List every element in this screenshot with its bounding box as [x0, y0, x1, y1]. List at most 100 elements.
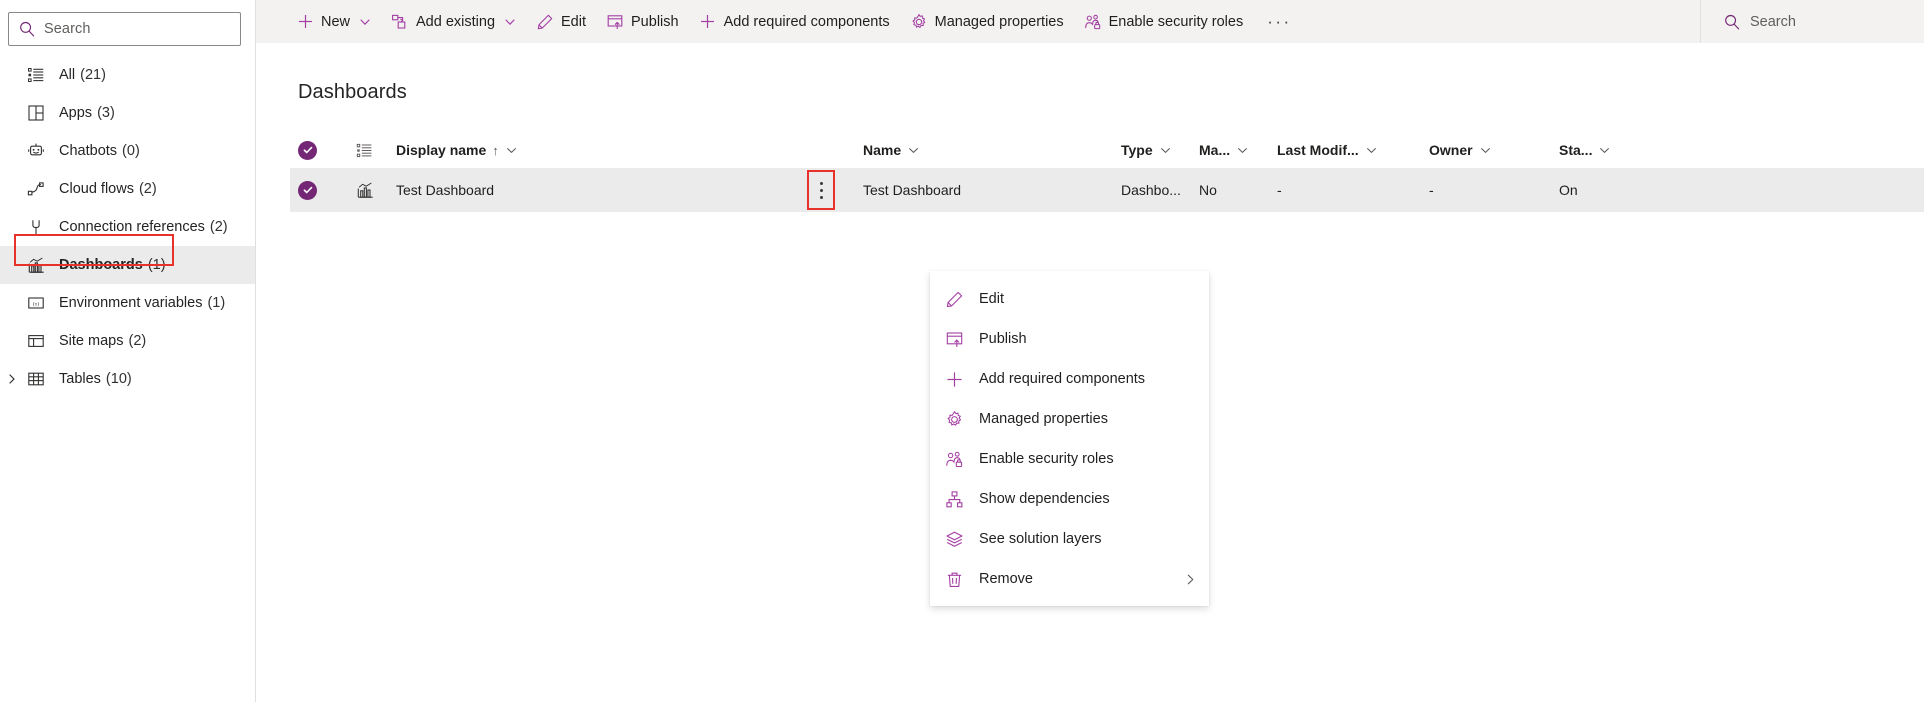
row-type-cell: [336, 181, 396, 200]
chevron-down-icon[interactable]: [1160, 145, 1171, 156]
plus-icon: [699, 13, 717, 31]
row-type-column-header[interactable]: [336, 142, 396, 159]
column-header-label: Ma...: [1199, 142, 1231, 158]
chevron-right-icon[interactable]: [4, 371, 20, 387]
sidebar-item-label: All: [59, 67, 76, 83]
sidebar-item-environment-variables[interactable]: (x) Environment variables (1): [0, 284, 255, 322]
command-add-required-components[interactable]: Add required components: [689, 0, 900, 43]
menu-item-label: See solution layers: [979, 531, 1102, 547]
chevron-down-icon[interactable]: [506, 145, 517, 156]
search-icon: [18, 20, 36, 38]
command-bar: New Add existing Edit Publish Add requir…: [256, 0, 1924, 43]
column-header-status[interactable]: Sta...: [1559, 142, 1679, 158]
chatbot-icon: [26, 141, 46, 161]
menu-item-see-solution-layers[interactable]: See solution layers: [930, 519, 1209, 559]
sidebar-item-count: (10): [105, 371, 132, 387]
sidebar-item-cloud-flows[interactable]: Cloud flows (2): [0, 170, 255, 208]
sidebar-item-label: Cloud flows: [59, 181, 134, 197]
sidebar-item-all[interactable]: All (21): [0, 56, 255, 94]
menu-item-remove[interactable]: Remove: [930, 559, 1209, 599]
dashboard-chart-icon: [356, 181, 375, 200]
layers-icon: [944, 529, 964, 549]
publish-upload-icon: [606, 13, 624, 31]
grid-header-row: Display name ↑ Name Type Ma... Last Modi…: [290, 132, 1924, 168]
command-edit[interactable]: Edit: [526, 0, 596, 43]
chevron-down-icon[interactable]: [1480, 145, 1491, 156]
column-header-type[interactable]: Type: [1121, 142, 1199, 158]
command-label: New: [321, 13, 351, 30]
sidebar-item-dashboards[interactable]: Dashboards (1): [0, 246, 255, 284]
plus-icon: [296, 13, 314, 31]
select-all-checkbox[interactable]: [298, 140, 317, 160]
sidebar-item-label: Apps: [59, 105, 93, 121]
column-header-label: Name: [863, 142, 902, 158]
row-context-menu-button[interactable]: [807, 170, 835, 210]
column-header-display-name[interactable]: Display name ↑: [396, 142, 801, 158]
dependencies-icon: [944, 489, 964, 509]
environment-variable-icon: (x): [26, 293, 46, 313]
menu-item-label: Show dependencies: [979, 491, 1110, 507]
command-label: Managed properties: [934, 13, 1064, 30]
menu-item-edit[interactable]: Edit: [930, 279, 1209, 319]
chevron-right-icon[interactable]: [1183, 572, 1197, 586]
column-header-managed[interactable]: Ma...: [1199, 142, 1277, 158]
svg-text:(x): (x): [33, 301, 39, 308]
dashboard-chart-icon: [26, 255, 46, 275]
command-managed-properties[interactable]: Managed properties: [900, 0, 1074, 43]
security-roles-icon: [944, 449, 964, 469]
sidebar-search-placeholder: Search: [44, 21, 91, 37]
column-header-label: Owner: [1429, 142, 1473, 158]
sidebar-item-count: (21): [80, 67, 106, 83]
sidebar-item-label: Site maps: [59, 333, 124, 349]
command-publish[interactable]: Publish: [596, 0, 689, 43]
publish-upload-icon: [944, 329, 964, 349]
select-all-cell: [290, 140, 336, 160]
chevron-down-icon[interactable]: [359, 16, 371, 28]
sidebar-item-tables[interactable]: Tables (10): [0, 360, 255, 398]
row-checkbox[interactable]: [298, 180, 317, 200]
sort-ascending-icon: ↑: [492, 142, 499, 158]
pencil-icon: [536, 13, 554, 31]
sidebar-item-site-maps[interactable]: Site maps (2): [0, 322, 255, 360]
menu-item-label: Add required components: [979, 371, 1146, 387]
sidebar-nav-list: All (21) Apps (3) Chatbots (0) Cloud flo…: [0, 56, 255, 398]
chevron-down-icon[interactable]: [908, 145, 919, 156]
column-header-owner[interactable]: Owner: [1429, 142, 1559, 158]
cell-last-modified: -: [1277, 182, 1282, 198]
command-bar-items: New Add existing Edit Publish Add requir…: [256, 0, 1700, 43]
main-area: New Add existing Edit Publish Add requir…: [256, 0, 1924, 702]
table-row[interactable]: Test Dashboard Test Dashboard Dashbo... …: [290, 168, 1924, 212]
column-header-name[interactable]: Name: [841, 142, 1121, 158]
sitemap-layout-icon: [26, 331, 46, 351]
cell-owner: -: [1429, 182, 1434, 198]
cell-status: On: [1559, 182, 1578, 198]
command-label: Publish: [631, 13, 679, 30]
command-add-existing[interactable]: Add existing: [381, 0, 526, 43]
column-header-label: Sta...: [1559, 142, 1593, 158]
command-label: Add required components: [723, 13, 890, 30]
sidebar-item-connection-references[interactable]: Connection references (2): [0, 208, 255, 246]
menu-item-show-dependencies[interactable]: Show dependencies: [930, 479, 1209, 519]
sidebar-search-input[interactable]: Search: [8, 12, 241, 46]
menu-item-add-required-components[interactable]: Add required components: [930, 359, 1209, 399]
row-select-cell: [290, 180, 336, 200]
grid-search-input[interactable]: Search: [1700, 0, 1924, 43]
menu-item-managed-properties[interactable]: Managed properties: [930, 399, 1209, 439]
command-new[interactable]: New: [286, 0, 381, 43]
sidebar: Search All (21) Apps (3) Chatbots (0) Cl…: [0, 0, 256, 702]
column-header-last-modified[interactable]: Last Modif...: [1277, 142, 1429, 158]
chevron-down-icon[interactable]: [504, 16, 516, 28]
sidebar-item-apps[interactable]: Apps (3): [0, 94, 255, 132]
sidebar-item-count: (2): [138, 181, 157, 197]
menu-item-publish[interactable]: Publish: [930, 319, 1209, 359]
chevron-down-icon[interactable]: [1366, 145, 1377, 156]
command-label: Add existing: [416, 13, 496, 30]
table-grid-icon: [26, 369, 46, 389]
menu-item-enable-security-roles[interactable]: Enable security roles: [930, 439, 1209, 479]
sidebar-item-chatbots[interactable]: Chatbots (0): [0, 132, 255, 170]
command-overflow-button[interactable]: ···: [1253, 0, 1305, 43]
chevron-down-icon[interactable]: [1237, 145, 1248, 156]
command-enable-security-roles[interactable]: Enable security roles: [1074, 0, 1254, 43]
chevron-down-icon[interactable]: [1599, 145, 1610, 156]
column-header-label: Type: [1121, 142, 1153, 158]
